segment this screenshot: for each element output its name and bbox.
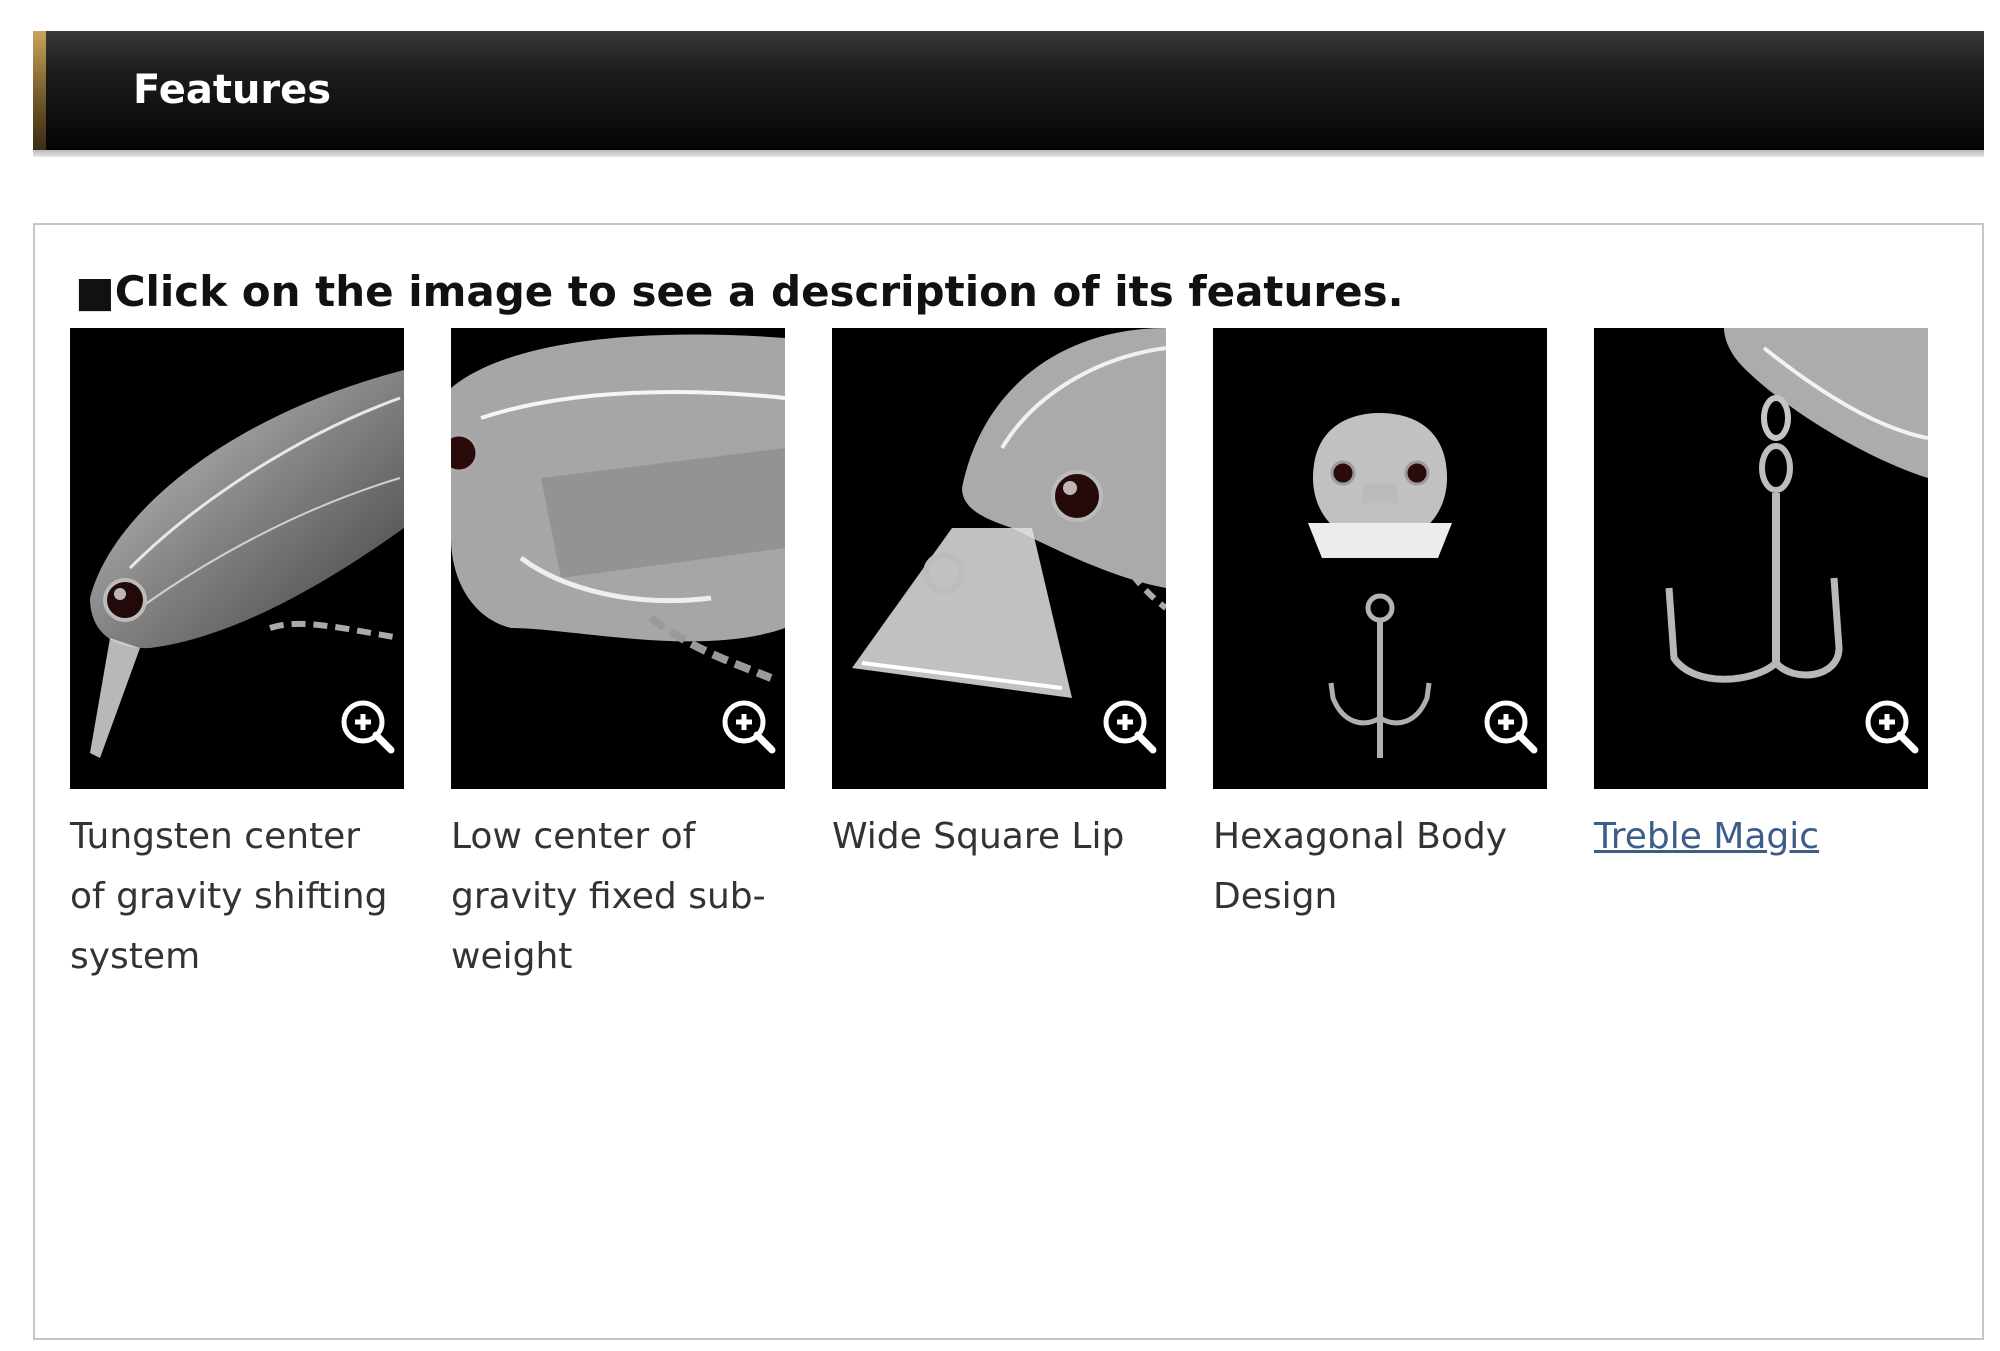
feature-card-sub-weight: Low center of gravity fixed sub-weight [451,328,785,987]
instruction-text: ■Click on the image to see a description… [75,267,1404,316]
feature-caption: Hexagonal Body Design [1213,816,1508,917]
feature-caption: Tungsten center of gravity shifting syst… [70,816,388,977]
feature-card-treble-magic: Treble Magic [1594,328,1928,867]
instruction-label: Click on the image to see a description … [114,267,1404,316]
feature-image-treble-magic[interactable] [1594,328,1928,789]
zoom-in-icon[interactable] [720,698,776,754]
zoom-in-icon[interactable] [1101,698,1157,754]
features-header: Features [33,31,1984,150]
feature-card-hexagonal-body: Hexagonal Body Design [1213,328,1547,927]
header-title: Features [133,67,332,113]
feature-image-sub-weight[interactable] [451,328,785,789]
feature-card-wide-square-lip: Wide Square Lip [832,328,1166,867]
feature-card-tungsten: Tungsten center of gravity shifting syst… [70,328,404,987]
feature-image-wide-square-lip[interactable] [832,328,1166,789]
zoom-in-icon[interactable] [1863,698,1919,754]
header-underline [33,150,1984,157]
zoom-in-icon[interactable] [339,698,395,754]
treble-magic-link[interactable]: Treble Magic [1594,807,1928,867]
features-panel: ■Click on the image to see a description… [33,223,1984,1340]
feature-image-hexagonal-body[interactable] [1213,328,1547,789]
zoom-in-icon[interactable] [1482,698,1538,754]
feature-caption: Wide Square Lip [832,816,1125,857]
feature-image-tungsten[interactable] [70,328,404,789]
square-bullet-icon: ■ [75,267,115,316]
feature-caption: Low center of gravity fixed sub-weight [451,816,766,977]
header-accent-bar [33,31,46,150]
